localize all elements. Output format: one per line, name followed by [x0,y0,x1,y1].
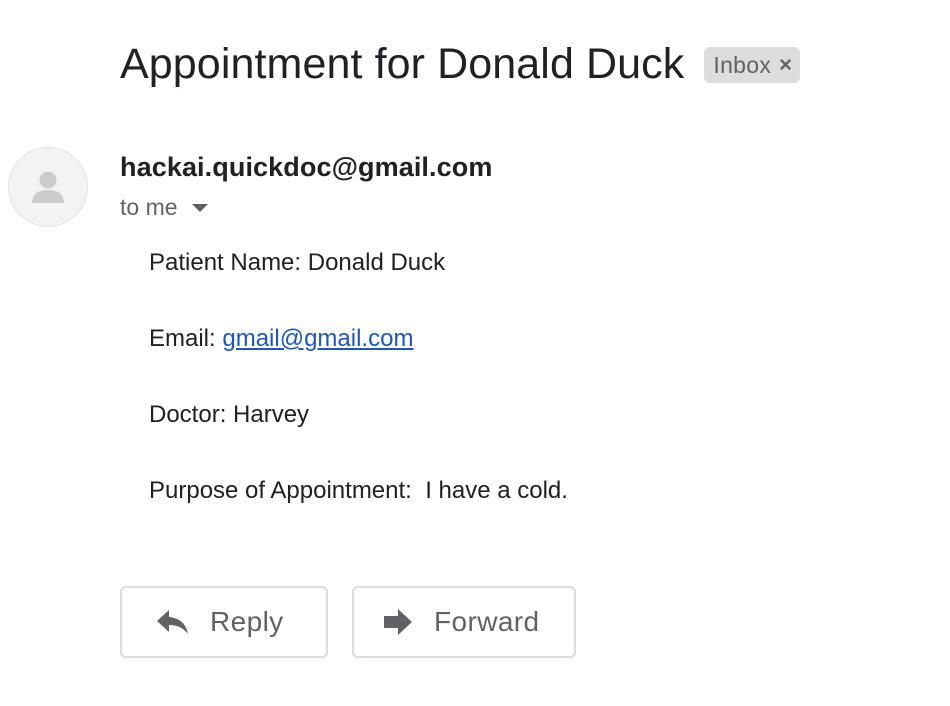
reply-button[interactable]: Reply [120,586,328,658]
sender-address[interactable]: hackai.quickdoc@gmail.com [120,152,492,183]
recipient-details-toggle[interactable]: to me [120,194,208,221]
purpose-label: Purpose of Appointment: [149,477,426,504]
inbox-label-text: Inbox [713,51,772,78]
person-icon [32,171,64,203]
doctor-value: Harvey [233,401,310,428]
close-icon[interactable]: × [779,54,792,76]
subject-row: Appointment for Donald Duck Inbox × [120,36,801,92]
forward-label: Forward [434,606,540,637]
forward-button[interactable]: Forward [352,586,576,658]
recipient-text: to me [120,194,178,220]
avatar[interactable] [8,147,88,227]
email-view: Appointment for Donald Duck Inbox × hack… [0,0,950,706]
inbox-label-chip[interactable]: Inbox × [704,47,801,83]
purpose-line: Purpose of Appointment: I have a cold. [149,477,568,505]
forward-arrow-icon [382,608,414,636]
purpose-value: I have a cold. [425,477,568,504]
patient-email-link[interactable]: gmail@gmail.com [222,325,413,352]
doctor-label: Doctor: [149,401,234,428]
patient-name-value: Donald Duck [307,249,446,276]
patient-name-label: Patient Name: [149,249,308,276]
email-line: Email: gmail@gmail.com [149,325,413,353]
email-subject: Appointment for Donald Duck [120,40,685,88]
doctor-line: Doctor: Harvey [149,401,309,429]
caret-down-icon[interactable] [191,203,208,212]
reply-label: Reply [210,606,284,637]
reply-arrow-icon [156,608,190,636]
email-label: Email: [149,325,223,352]
patient-name-line: Patient Name: Donald Duck [149,249,445,277]
